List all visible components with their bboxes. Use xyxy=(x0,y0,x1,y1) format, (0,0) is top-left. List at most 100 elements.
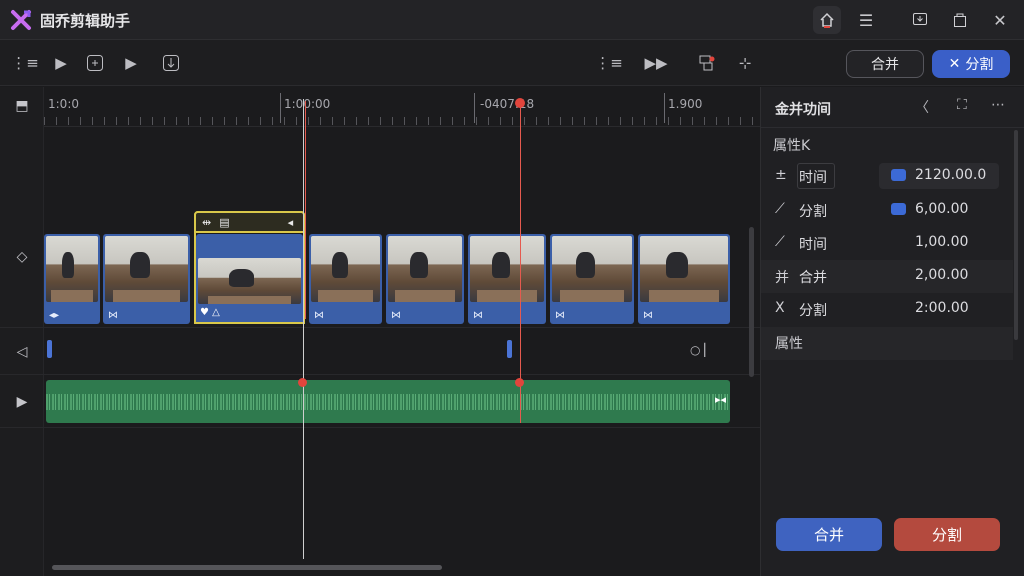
row-icon: ⟋ xyxy=(775,234,785,250)
properties-panel: 金并功间 〈 ⛶ ⋯ 属性K ± 时间 2120.00.0 ⟋ 分割 6,00.… xyxy=(760,87,1024,576)
value-field[interactable]: 1,00.00 xyxy=(915,234,968,250)
audio-waveform xyxy=(46,394,730,410)
track-divider xyxy=(0,327,760,328)
audio-keyframe[interactable] xyxy=(298,378,307,387)
value-field[interactable]: 2:00.00 xyxy=(915,300,969,316)
ruler-major-tick xyxy=(280,93,281,123)
export-icon[interactable] xyxy=(158,51,184,75)
clip-icon: ⋈ xyxy=(643,310,653,321)
audio-end-icon: ▸◂ xyxy=(714,393,726,406)
value-field[interactable]: 6,00.00 xyxy=(915,201,968,217)
vertical-scrollbar[interactable] xyxy=(749,227,754,377)
horizontal-scrollbar[interactable] xyxy=(52,565,442,570)
video-clip[interactable]: ⋈ xyxy=(638,234,730,324)
track-divider xyxy=(0,427,760,428)
triangle-left-icon[interactable]: ◁ xyxy=(12,342,32,362)
section-header: 属性 xyxy=(775,336,803,352)
collapse-icon[interactable]: ◂ xyxy=(288,216,294,229)
selected-clip-footer: ♥ △ xyxy=(194,307,305,324)
row-label: 分割 xyxy=(799,204,827,220)
keyframe-toggle-icon[interactable]: ○ ▏ xyxy=(690,343,714,357)
ruler-label: 1:00:00 xyxy=(284,97,331,111)
property-row[interactable]: X 分割 2:00.00 xyxy=(761,293,1013,326)
timeline-ruler[interactable]: 1:0:0 1:00:00 -0407:18 1.900 xyxy=(44,87,760,127)
frame-icon[interactable] xyxy=(82,51,108,75)
close-icon[interactable]: ✕ xyxy=(986,6,1014,34)
property-row[interactable]: ⟋ 时间 1,00.00 xyxy=(761,227,1013,260)
clip-thumbnail xyxy=(46,236,98,302)
split-button[interactable]: 分割 xyxy=(894,518,1000,551)
timeline-editor: ⬒ ◇ ◁ ▶ 1:0:0 1:00:00 -0407:18 1.900 ◂▸ … xyxy=(0,87,760,576)
split-button-label: 分割 xyxy=(965,57,994,73)
export-icon[interactable]: ⬒ xyxy=(12,96,32,116)
split-marker-line[interactable] xyxy=(520,101,521,423)
keyframe-icon[interactable] xyxy=(891,203,906,215)
video-clip[interactable]: ⋈ xyxy=(103,234,190,324)
video-clip[interactable]: ◂▸ xyxy=(44,234,100,324)
clip-icon: ⋈ xyxy=(314,310,324,321)
track-divider xyxy=(0,374,760,375)
split-button-top[interactable]: ✕ 分割 xyxy=(932,50,1010,78)
split-icon[interactable]: ⇹ xyxy=(202,216,211,229)
row-label: 合并 xyxy=(799,270,827,286)
keyframe-icon[interactable] xyxy=(891,169,906,181)
merge-button-top[interactable]: 合并 xyxy=(846,50,924,78)
value-field[interactable]: 2,00.00 xyxy=(915,267,968,283)
collapse-icon[interactable]: 〈 xyxy=(915,97,929,117)
ruler-major-tick xyxy=(474,93,475,123)
merge-button[interactable]: 合并 xyxy=(776,518,882,551)
panel-scrollbar[interactable] xyxy=(1014,130,1018,340)
ruler-major-tick xyxy=(664,93,665,123)
warning-icon: △ xyxy=(212,307,220,318)
app-title: 固乔剪辑助手 xyxy=(40,12,131,30)
row-icon: ± xyxy=(775,167,787,183)
row-icon: ⟋ xyxy=(775,201,785,217)
row-label: 分割 xyxy=(799,303,827,319)
row-label: 时间 xyxy=(799,237,827,253)
playhead[interactable] xyxy=(303,99,304,559)
video-clip[interactable]: ⋈ xyxy=(309,234,382,324)
keyframe-icon[interactable]: ◇ xyxy=(12,247,32,267)
section-header: 属性K xyxy=(773,138,811,154)
marker[interactable] xyxy=(507,340,512,358)
app-logo-icon xyxy=(11,10,31,30)
audio-keyframe[interactable] xyxy=(515,378,524,387)
title-bar: 固乔剪辑助手 ☰ ✕ xyxy=(0,0,1024,40)
playhead-handle[interactable] xyxy=(515,98,525,108)
panel-title: 金并功间 xyxy=(775,102,831,118)
play-icon[interactable]: ▶ xyxy=(12,392,32,412)
transform-icon[interactable]: ⛶ xyxy=(957,97,967,113)
audio-track[interactable]: ▸◂ xyxy=(46,380,730,423)
property-row[interactable]: ± 时间 2120.00.0 xyxy=(761,160,1013,193)
copy-icon[interactable] xyxy=(946,6,974,34)
video-clip[interactable]: ⋈ xyxy=(550,234,634,324)
marker[interactable] xyxy=(47,340,52,358)
download-icon[interactable] xyxy=(906,6,934,34)
more-icon[interactable]: ⋯ xyxy=(991,97,1005,113)
heart-icon: ♥ xyxy=(200,307,209,318)
list-icon[interactable]: ⋮≡ xyxy=(595,51,623,75)
ruler-label: -0407:18 xyxy=(480,97,535,111)
list-icon[interactable]: ☰ xyxy=(852,6,880,34)
clip-thumbnail xyxy=(470,236,544,302)
clip-thumbnail xyxy=(311,236,380,302)
clip-icon: ⋈ xyxy=(108,310,118,321)
clipboard-icon[interactable]: ▤ xyxy=(219,216,229,229)
selected-clip-toolbar[interactable]: ⇹ ▤ ◂ xyxy=(194,211,305,233)
play-icon[interactable]: ▶ xyxy=(48,51,74,75)
fast-forward-icon[interactable]: ▶▶ xyxy=(643,51,669,75)
list-icon[interactable]: ⋮≡ xyxy=(11,51,39,75)
clip-icon: ⋈ xyxy=(391,310,401,321)
property-row[interactable]: 并 合并 2,00.00 xyxy=(761,260,1013,293)
row-icon: 并 xyxy=(775,270,789,286)
video-clip[interactable]: ⋈ xyxy=(468,234,546,324)
record-icon[interactable] xyxy=(694,51,720,75)
section-row: 属性 xyxy=(761,327,1013,360)
property-row[interactable]: ⟋ 分割 6,00.00 xyxy=(761,194,1013,227)
settings-icon[interactable]: ⊹ xyxy=(732,51,758,75)
video-clip[interactable]: ⋈ xyxy=(386,234,464,324)
clip-icon: ⋈ xyxy=(473,310,483,321)
home-icon[interactable] xyxy=(813,6,841,34)
play-icon[interactable]: ▶ xyxy=(118,51,144,75)
playhead-red[interactable] xyxy=(305,101,306,319)
